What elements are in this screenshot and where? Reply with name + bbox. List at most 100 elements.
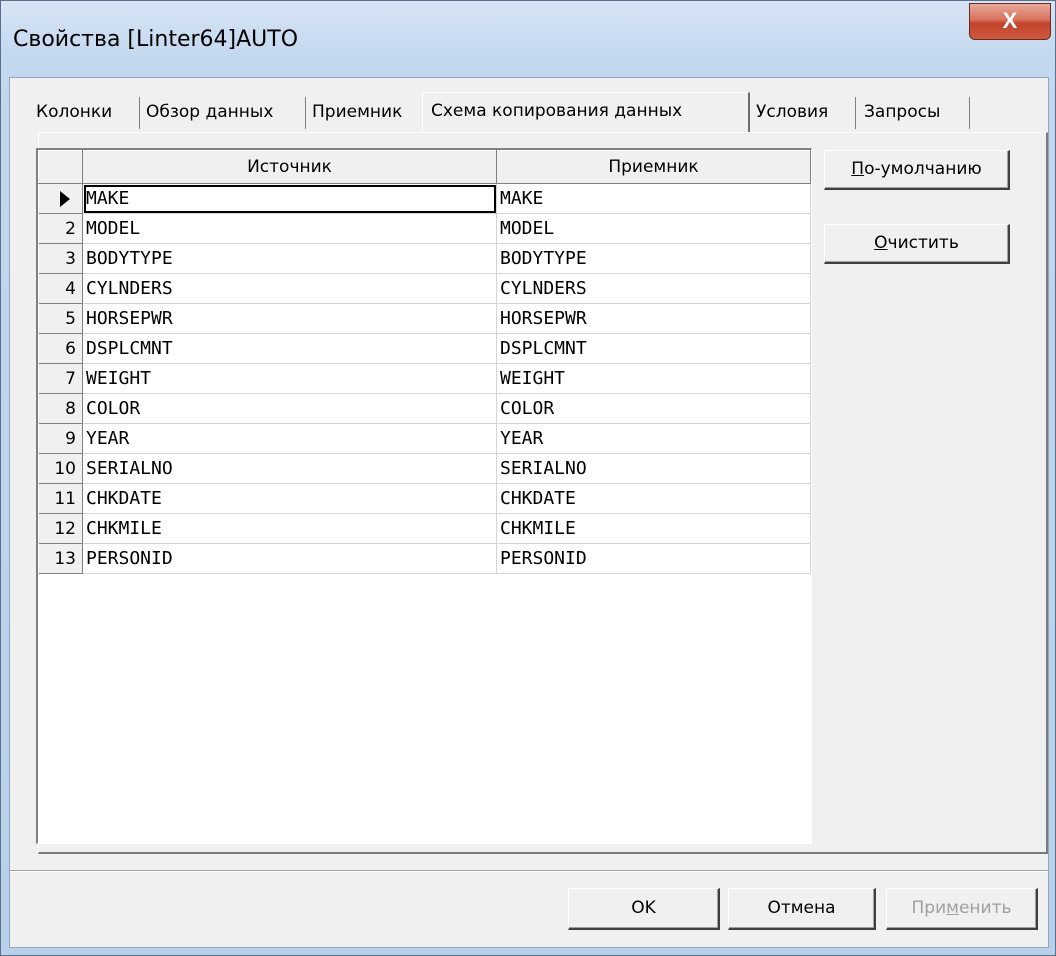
row-number: 13 [54, 548, 76, 569]
source-cell[interactable]: YEAR [82, 423, 497, 454]
row-number: 8 [65, 398, 76, 419]
source-cell[interactable]: WEIGHT [82, 363, 497, 394]
target-cell[interactable]: SERIALNO [496, 453, 811, 484]
apply-label-pre: При [911, 898, 947, 918]
source-cell[interactable]: CHKMILE [82, 513, 497, 544]
tab-label: Колонки [36, 102, 113, 122]
row-number-cell[interactable]: 2 [38, 213, 83, 244]
table-row[interactable]: 6 DSPLCMNT DSPLCMNT [38, 333, 811, 364]
grid-header-row: Источник Приемник [38, 150, 811, 184]
default-button[interactable]: По-умолчанию [824, 150, 1010, 190]
ok-button-label: OK [631, 898, 656, 918]
tab-receiver[interactable]: Приемник [306, 97, 424, 129]
source-cell[interactable]: MAKE [82, 183, 497, 214]
column-header-target[interactable]: Приемник [496, 150, 811, 184]
table-row[interactable]: 2 MODEL MODEL [38, 213, 811, 244]
source-cell[interactable]: COLOR [82, 393, 497, 424]
clear-button-mnemonic: О [874, 233, 888, 253]
close-icon: X [1002, 8, 1018, 33]
source-cell[interactable]: MODEL [82, 213, 497, 244]
target-cell[interactable]: COLOR [496, 393, 811, 424]
row-number-cell[interactable]: 8 [38, 393, 83, 424]
row-number-cell[interactable]: 10 [38, 453, 83, 484]
row-number-cell[interactable]: 12 [38, 513, 83, 544]
apply-label-mnemonic: м [946, 898, 959, 918]
footer-separator [10, 870, 1048, 872]
close-button[interactable]: X [969, 3, 1051, 40]
apply-label-post: енить [958, 898, 1012, 918]
target-cell[interactable]: MAKE [496, 183, 811, 214]
row-number: 10 [54, 458, 76, 479]
cancel-button[interactable]: Отмена [728, 888, 876, 930]
row-number: 5 [65, 308, 76, 329]
target-cell[interactable]: MODEL [496, 213, 811, 244]
table-row[interactable]: MAKE MAKE [38, 183, 811, 214]
tab-conditions[interactable]: Условия [750, 97, 856, 129]
source-cell[interactable]: HORSEPWR [82, 303, 497, 334]
table-row[interactable]: 13 PERSONID PERSONID [38, 543, 811, 574]
row-number-cell[interactable]: 4 [38, 273, 83, 304]
row-number: 11 [54, 488, 76, 509]
row-number-cell[interactable]: 3 [38, 243, 83, 274]
title-bar[interactable]: Свойства [Linter64]AUTO X [1, 1, 1055, 77]
row-number: 6 [65, 338, 76, 359]
row-number-cell[interactable]: 11 [38, 483, 83, 514]
table-row[interactable]: 8 COLOR COLOR [38, 393, 811, 424]
target-cell[interactable]: YEAR [496, 423, 811, 454]
table-row[interactable]: 3 BODYTYPE BODYTYPE [38, 243, 811, 274]
tab-copy-scheme[interactable]: Схема копирования данных [422, 92, 750, 132]
tab-label: Обзор данных [146, 102, 274, 122]
tab-queries[interactable]: Запросы [858, 97, 970, 129]
table-row[interactable]: 9 YEAR YEAR [38, 423, 811, 454]
target-cell[interactable]: DSPLCMNT [496, 333, 811, 364]
clear-button[interactable]: Очистить [824, 224, 1010, 264]
table-row[interactable]: 5 HORSEPWR HORSEPWR [38, 303, 811, 334]
row-number-cell[interactable]: 5 [38, 303, 83, 334]
table-row[interactable]: 4 CYLNDERS CYLNDERS [38, 273, 811, 304]
table-row[interactable]: 7 WEIGHT WEIGHT [38, 363, 811, 394]
row-number: 2 [65, 218, 76, 239]
current-row-arrow-icon [60, 190, 70, 207]
column-header-source[interactable]: Источник [82, 150, 497, 184]
table-row[interactable]: 11 CHKDATE CHKDATE [38, 483, 811, 514]
target-cell[interactable]: CHKMILE [496, 513, 811, 544]
target-cell[interactable]: BODYTYPE [496, 243, 811, 274]
source-cell[interactable]: SERIALNO [82, 453, 497, 484]
default-button-label: о-умолчанию [864, 159, 982, 179]
row-number-cell[interactable]: 9 [38, 423, 83, 454]
source-cell[interactable]: BODYTYPE [82, 243, 497, 274]
clear-button-label: чистить [887, 233, 959, 253]
target-cell[interactable]: PERSONID [496, 543, 811, 574]
corner-cell [38, 150, 83, 184]
tab-data-browse[interactable]: Обзор данных [140, 97, 306, 129]
mapping-grid[interactable]: Источник Приемник MAKE MAKE 2 MODEL MODEL 3 BO… [36, 148, 812, 844]
table-row[interactable]: 10 SERIALNO SERIALNO [38, 453, 811, 484]
cancel-button-label: Отмена [767, 898, 836, 918]
dialog-window: Свойства [Linter64]AUTO X Колонки Обзор … [0, 0, 1056, 956]
apply-button[interactable]: Применить [886, 888, 1038, 930]
tab-columns[interactable]: Колонки [30, 97, 140, 129]
source-cell[interactable]: CHKDATE [82, 483, 497, 514]
row-number: 9 [65, 428, 76, 449]
row-number: 12 [54, 518, 76, 539]
tab-label: Условия [756, 102, 829, 122]
target-cell[interactable]: CHKDATE [496, 483, 811, 514]
source-cell[interactable]: DSPLCMNT [82, 333, 497, 364]
target-cell[interactable]: HORSEPWR [496, 303, 811, 334]
window-title: Свойства [Linter64]AUTO [13, 27, 299, 52]
source-cell[interactable]: PERSONID [82, 543, 497, 574]
ok-button[interactable]: OK [568, 888, 720, 930]
row-number: 7 [65, 368, 76, 389]
target-cell[interactable]: WEIGHT [496, 363, 811, 394]
default-button-mnemonic: П [851, 159, 865, 179]
row-number-cell[interactable]: 6 [38, 333, 83, 364]
mapping-table: Источник Приемник MAKE MAKE 2 MODEL MODEL 3 BO… [38, 150, 811, 574]
target-cell[interactable]: CYLNDERS [496, 273, 811, 304]
row-number-cell[interactable]: 13 [38, 543, 83, 574]
tab-label: Схема копирования данных [431, 101, 683, 121]
table-row[interactable]: 12 CHKMILE CHKMILE [38, 513, 811, 544]
dialog-client: Колонки Обзор данных Приемник Схема копи… [9, 77, 1049, 948]
source-cell[interactable]: CYLNDERS [82, 273, 497, 304]
row-number-cell[interactable] [38, 183, 83, 214]
row-number-cell[interactable]: 7 [38, 363, 83, 394]
